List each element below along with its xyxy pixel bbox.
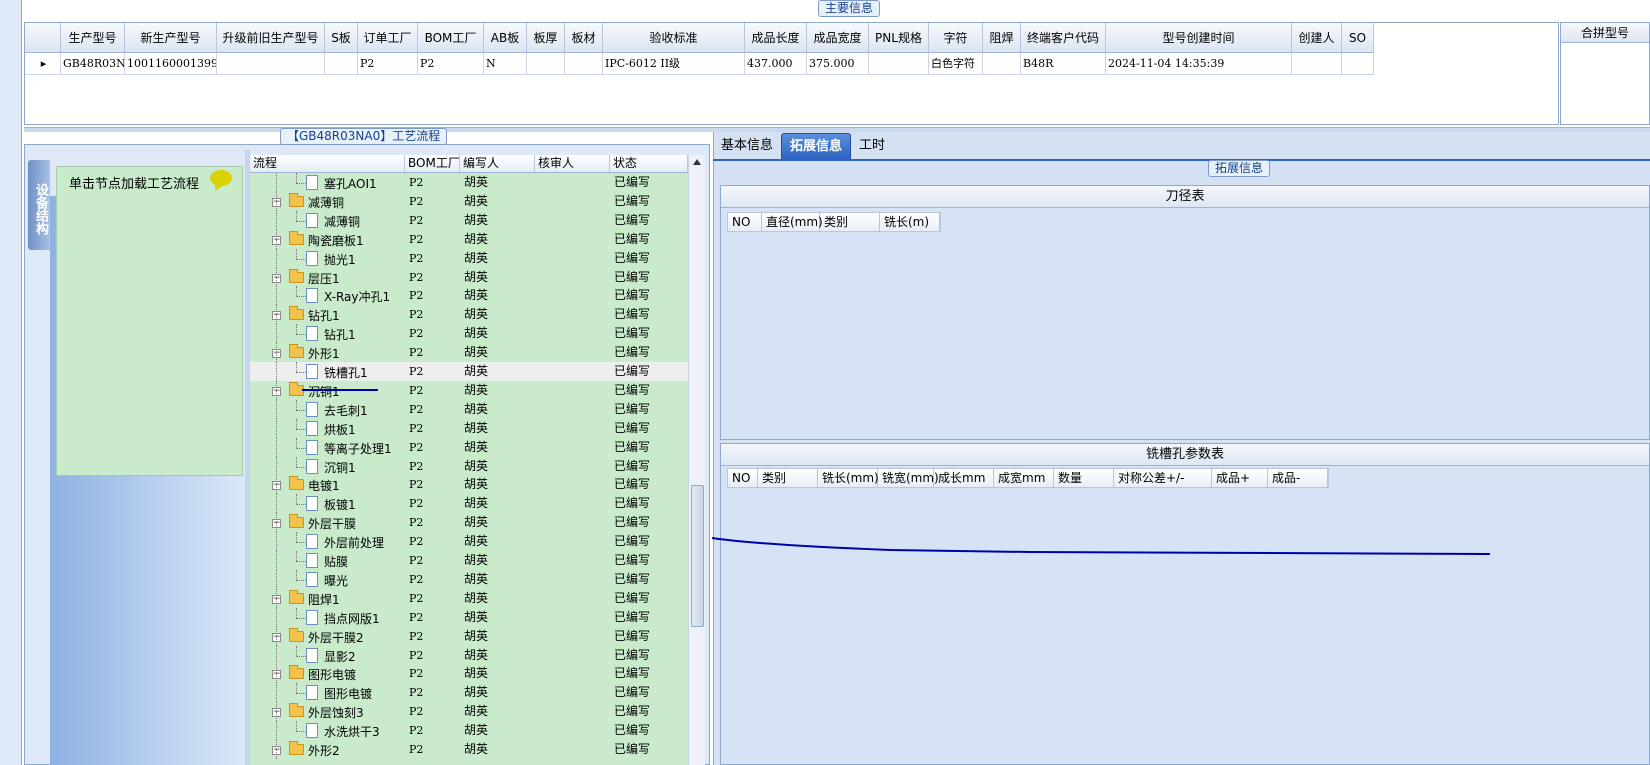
annotation-strokes	[302, 389, 1491, 555]
app-window: 主要信息 生产型号 新生产型号 升级前旧生产型号 S板 订单工厂 BOM工厂 AB板 板厚 板材…	[0, 0, 1650, 765]
